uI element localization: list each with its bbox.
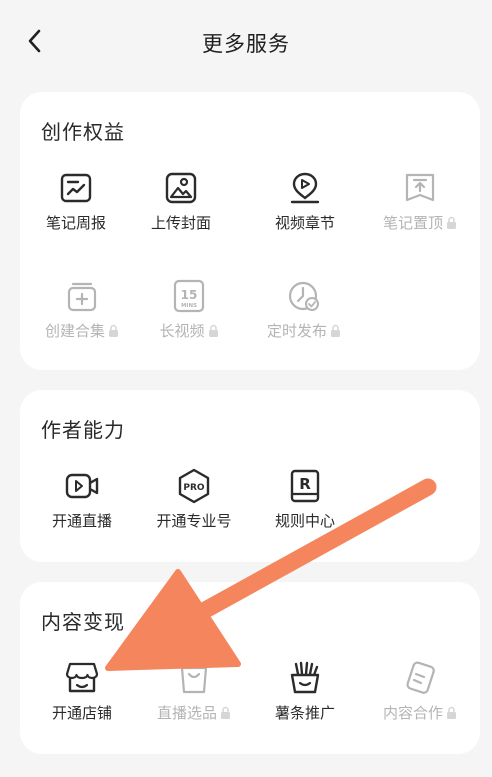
cooperation-icon <box>406 661 435 694</box>
live-video-icon <box>65 473 99 499</box>
item-label: 薯条推广 <box>274 704 335 722</box>
section-author-abilities: 作者能力 开通直播 PRO 开通专业号 R 规则中心 <box>20 390 480 562</box>
section-title: 内容变现 <box>41 610 125 634</box>
item-label: 定时发布 <box>266 322 327 340</box>
pro-badge-icon: PRO <box>178 468 210 504</box>
pin-top-icon <box>405 173 435 202</box>
weekly-report-button[interactable]: 笔记周报 <box>22 170 130 250</box>
15-mins-icon: 15 MINS <box>173 279 205 313</box>
open-pro-account-button[interactable]: PRO 开通专业号 <box>140 468 248 548</box>
item-label: 笔记置顶 <box>382 214 443 232</box>
pro-label: PRO <box>183 483 205 493</box>
pin-note-button[interactable]: 笔记置顶 <box>366 170 474 250</box>
open-live-button[interactable]: 开通直播 <box>28 468 136 548</box>
top-bar: 更多服务 <box>0 0 492 82</box>
item-label: 创建合集 <box>44 322 105 340</box>
item-label: 直播选品 <box>156 704 217 722</box>
rule-letter: R <box>299 475 311 493</box>
report-icon <box>60 173 92 203</box>
lock-icon <box>109 324 118 337</box>
lock-icon <box>447 706 456 719</box>
video-chapter-button[interactable]: 视频章节 <box>251 170 359 250</box>
item-label: 开通专业号 <box>156 512 232 530</box>
item-label: 规则中心 <box>274 512 335 530</box>
open-shop-button[interactable]: 开通店铺 <box>28 660 136 740</box>
item-label: 长视频 <box>159 322 205 340</box>
fries-icon <box>290 661 320 694</box>
item-label: 视频章节 <box>274 214 335 232</box>
lock-icon <box>208 324 218 337</box>
create-collection-button[interactable]: 创建合集 <box>28 278 136 358</box>
scheduled-publish-button[interactable]: 定时发布 <box>250 278 358 358</box>
lock-icon <box>447 216 456 229</box>
item-label: 笔记周报 <box>45 214 106 232</box>
content-cooperation-button[interactable]: 内容合作 <box>366 660 474 740</box>
section-title: 创作权益 <box>41 120 125 144</box>
item-label: 上传封面 <box>150 214 211 232</box>
upload-cover-button[interactable]: 上传封面 <box>127 170 235 250</box>
fifteen-label: 15 <box>181 288 198 302</box>
item-label: 开通直播 <box>51 512 112 530</box>
section-monetization: 内容变现 开通店铺 直播选品 薯条推广 内容合作 <box>20 582 480 754</box>
rule-book-icon: R <box>290 469 320 503</box>
long-video-button[interactable]: 15 MINS 长视频 <box>135 278 243 358</box>
collection-icon <box>67 282 97 312</box>
item-label: 内容合作 <box>382 704 443 722</box>
lock-icon <box>331 324 340 337</box>
fries-promotion-button[interactable]: 薯条推广 <box>251 660 359 740</box>
schedule-clock-icon <box>288 281 319 311</box>
item-label: 开通店铺 <box>51 704 112 722</box>
section-title: 作者能力 <box>41 418 125 442</box>
lock-icon <box>221 706 230 719</box>
image-icon <box>165 172 197 204</box>
page-title: 更多服务 <box>202 32 290 56</box>
section-creation-rights: 创作权益 笔记周报 上传封面 视频章节 笔记置顶 创建合集 15 MINS 长视… <box>20 92 480 370</box>
rule-center-button[interactable]: R 规则中心 <box>251 468 359 548</box>
shop-icon <box>65 662 99 693</box>
shopping-bag-icon <box>180 666 208 694</box>
mins-label: MINS <box>181 303 197 309</box>
live-product-selection-button[interactable]: 直播选品 <box>140 660 248 740</box>
video-chapter-icon <box>290 172 320 204</box>
